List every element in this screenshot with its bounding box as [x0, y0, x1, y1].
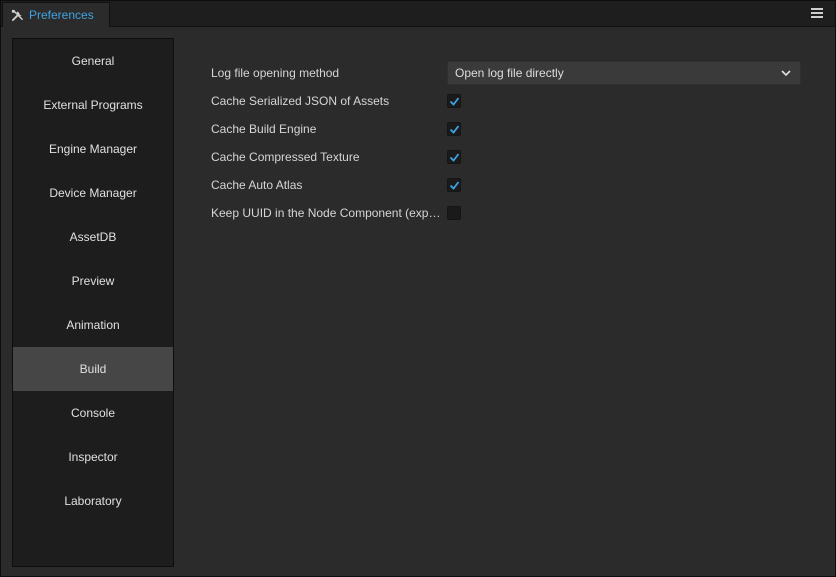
tab-preferences[interactable]: Preferences: [2, 2, 110, 27]
keep-uuid-checkbox[interactable]: [447, 206, 461, 220]
sidebar-item-device-manager[interactable]: Device Manager: [13, 171, 173, 215]
sidebar-item-inspector[interactable]: Inspector: [13, 435, 173, 479]
checkmark-icon: [449, 181, 460, 190]
cache-json-label: Cache Serialized JSON of Assets: [211, 94, 390, 108]
sidebar-item-general[interactable]: General: [13, 39, 173, 83]
sidebar-item-laboratory[interactable]: Laboratory: [13, 479, 173, 523]
tab-title: Preferences: [29, 8, 94, 22]
sidebar-item-animation[interactable]: Animation: [13, 303, 173, 347]
sidebar-item-assetdb[interactable]: AssetDB: [13, 215, 173, 259]
cache-engine-checkbox[interactable]: [447, 122, 461, 136]
log-method-label: Log file opening method: [211, 66, 340, 80]
checkmark-icon: [449, 153, 460, 162]
preferences-window: Preferences General External Programs En…: [0, 0, 836, 577]
cache-texture-label: Cache Compressed Texture: [211, 150, 360, 164]
title-bar: Preferences: [1, 1, 835, 27]
cache-texture-checkbox[interactable]: [447, 150, 461, 164]
keep-uuid-row: Keep UUID in the Node Component (experim…: [211, 201, 801, 225]
sidebar-item-preview[interactable]: Preview: [13, 259, 173, 303]
cache-engine-row: Cache Build Engine: [211, 117, 801, 141]
log-method-select[interactable]: Open log file directly: [447, 61, 801, 85]
preferences-sidebar: General External Programs Engine Manager…: [12, 38, 174, 567]
sidebar-item-build[interactable]: Build: [13, 347, 173, 391]
keep-uuid-label: Keep UUID in the Node Component (experim…: [211, 206, 443, 220]
sidebar-item-external-programs[interactable]: External Programs: [13, 83, 173, 127]
checkmark-icon: [449, 97, 460, 106]
sidebar-item-console[interactable]: Console: [13, 391, 173, 435]
cache-texture-row: Cache Compressed Texture: [211, 145, 801, 169]
cache-engine-label: Cache Build Engine: [211, 122, 317, 136]
chevron-down-icon: [781, 70, 791, 77]
sidebar-item-engine-manager[interactable]: Engine Manager: [13, 127, 173, 171]
tools-icon: [11, 9, 23, 21]
cache-json-row: Cache Serialized JSON of Assets: [211, 89, 801, 113]
log-method-row: Log file opening method Open log file di…: [211, 61, 801, 85]
cache-atlas-label: Cache Auto Atlas: [211, 178, 303, 192]
log-method-value: Open log file directly: [455, 66, 564, 80]
hamburger-menu-icon[interactable]: [811, 7, 823, 19]
cache-atlas-checkbox[interactable]: [447, 178, 461, 192]
cache-atlas-row: Cache Auto Atlas: [211, 173, 801, 197]
checkmark-icon: [449, 125, 460, 134]
cache-json-checkbox[interactable]: [447, 94, 461, 108]
